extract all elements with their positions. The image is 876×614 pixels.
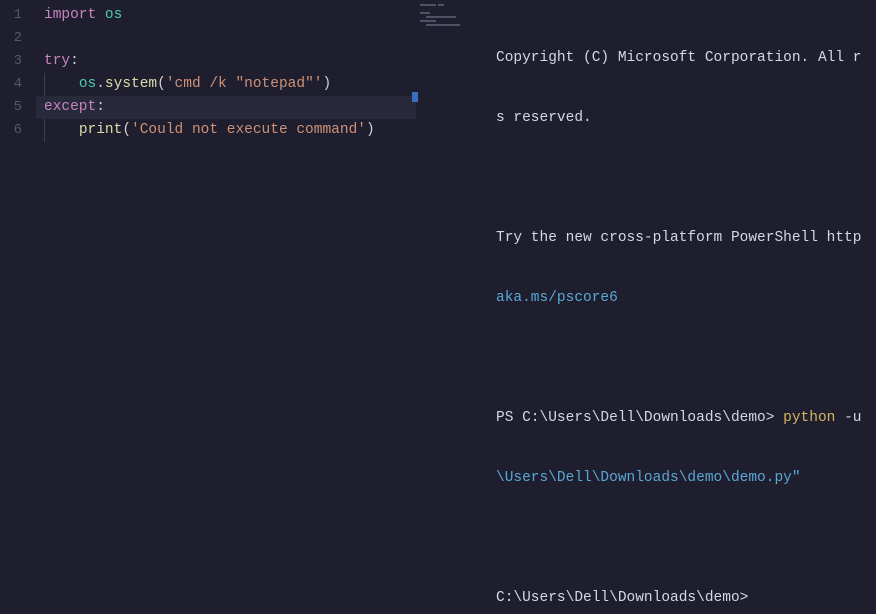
terminal-pane[interactable]: Copyright (C) Microsoft Corporation. All… xyxy=(416,0,876,614)
line-number: 3 xyxy=(0,50,36,73)
terminal-prompt-line: PS C:\Users\Dell\Downloads\demo> python … xyxy=(496,408,876,428)
line-number-gutter: 123456 xyxy=(0,0,36,614)
command-executable: python xyxy=(783,410,835,426)
terminal-link[interactable]: aka.ms/pscore6 xyxy=(496,288,876,308)
code-line[interactable]: print('Could not execute command') xyxy=(36,119,416,142)
code-line[interactable]: import os xyxy=(36,4,416,27)
overview-ruler-marker xyxy=(412,92,418,102)
line-number: 4 xyxy=(0,73,36,96)
terminal-prompt: C:\Users\Dell\Downloads\demo> xyxy=(496,588,876,608)
code-line[interactable]: try: xyxy=(36,50,416,73)
line-number: 5 xyxy=(0,96,36,119)
terminal-line: Copyright (C) Microsoft Corporation. All… xyxy=(496,48,876,68)
line-number: 6 xyxy=(0,119,36,142)
line-number: 2 xyxy=(0,27,36,50)
code-line[interactable]: os.system('cmd /k "notepad"') xyxy=(36,73,416,96)
code-editor-pane[interactable]: 123456 import os try: os.system('cmd /k "… xyxy=(0,0,416,614)
line-number: 1 xyxy=(0,4,36,27)
code-area[interactable]: import os try: os.system('cmd /k "notepad… xyxy=(36,0,416,614)
code-line[interactable] xyxy=(36,27,416,50)
terminal-line: Try the new cross-platform PowerShell ht… xyxy=(496,228,876,248)
command-argument-path: \Users\Dell\Downloads\demo\demo.py" xyxy=(496,468,876,488)
code-line[interactable]: except: xyxy=(36,96,416,119)
terminal-line: s reserved. xyxy=(496,108,876,128)
